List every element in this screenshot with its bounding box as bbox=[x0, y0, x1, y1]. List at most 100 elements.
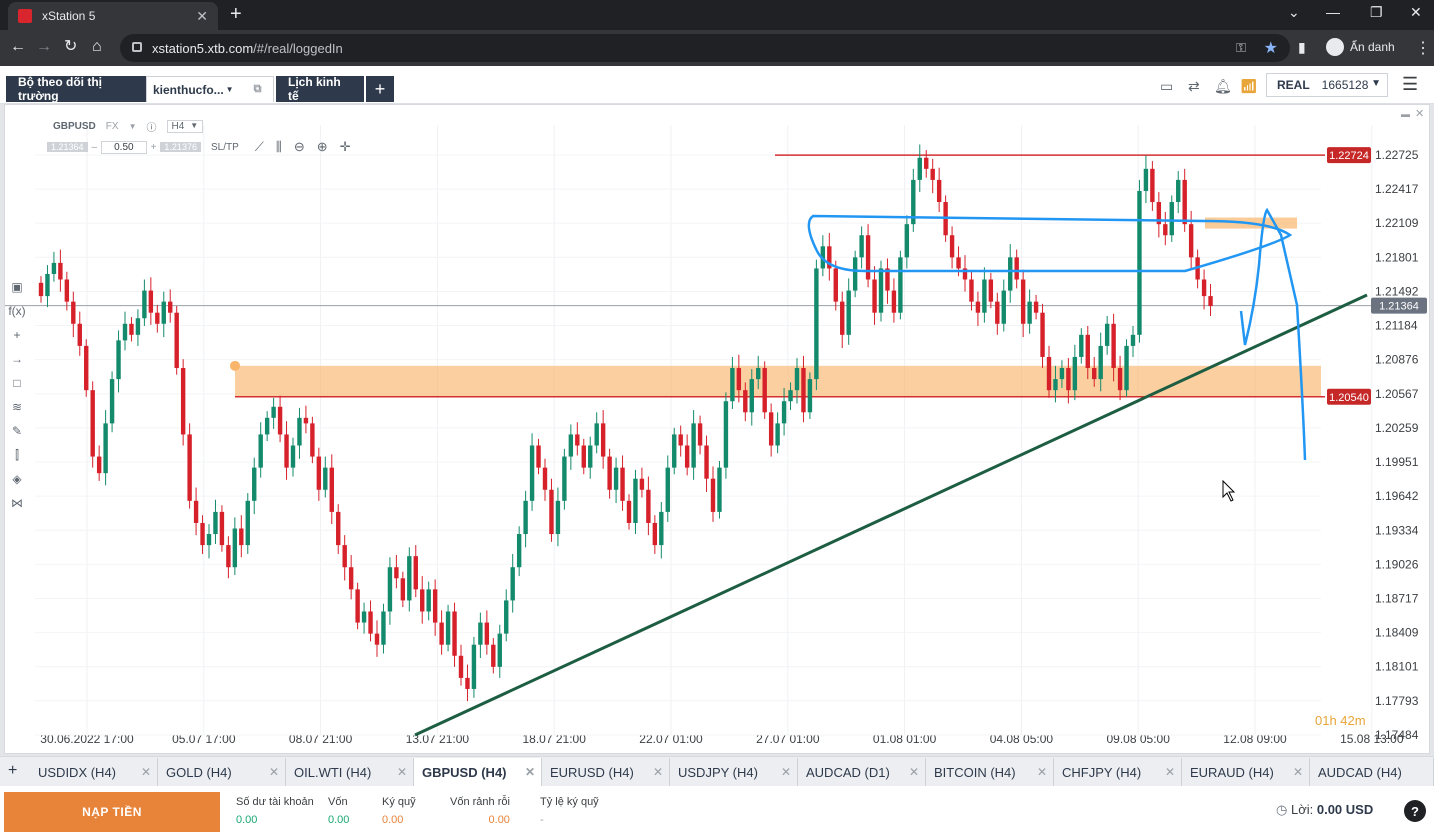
symbol-dropdown-icon[interactable]: ▼ bbox=[129, 122, 137, 131]
instrument-tabs: + USDIDX (H4) ✕ GOLD (H4) ✕ OIL.WTI (H4) ✕ GBP… bbox=[0, 756, 1434, 786]
close-window-icon[interactable]: ✕ bbox=[1410, 4, 1422, 21]
close-tab-icon[interactable]: ✕ bbox=[1165, 765, 1175, 779]
side-panel-icon[interactable]: ▮ bbox=[1298, 39, 1306, 55]
new-tab-button[interactable]: + bbox=[230, 4, 242, 24]
instrument-tab[interactable]: EURUSD (H4) ✕ bbox=[542, 758, 670, 786]
browser-tab[interactable]: xStation 5 ✕ bbox=[8, 2, 218, 30]
chart-type-icon[interactable]: ▣ bbox=[5, 275, 29, 299]
volume-decrease-button[interactable]: – bbox=[92, 142, 98, 153]
profile-button[interactable]: Ẩn danh bbox=[1326, 38, 1395, 56]
instrument-tab[interactable]: AUDCAD (D1) ✕ bbox=[798, 758, 926, 786]
candle-body bbox=[865, 235, 871, 280]
candle-body bbox=[523, 500, 528, 535]
y-tick-label: 1.21492 bbox=[1375, 284, 1419, 298]
candles-icon[interactable]: ⫼ bbox=[276, 139, 282, 155]
stat-label: Vốn rảnh rỗi bbox=[450, 796, 510, 808]
sell-button[interactable]: 1.21364 bbox=[47, 142, 88, 152]
close-tab-icon[interactable]: ✕ bbox=[196, 8, 208, 25]
back-icon[interactable]: ← bbox=[10, 39, 26, 55]
instrument-tab[interactable]: BITCOIN (H4) ✕ bbox=[926, 758, 1054, 786]
info-icon[interactable]: ⓘ bbox=[147, 119, 157, 134]
candle-body bbox=[768, 412, 774, 446]
tab-dropdown-icon[interactable]: ▼ bbox=[226, 85, 234, 94]
zoom-out-icon[interactable]: ⊖ bbox=[294, 139, 305, 155]
tab-economic-calendar[interactable]: Lịch kinh tế bbox=[276, 75, 364, 103]
panel-close-icon[interactable]: ✕ bbox=[1415, 107, 1424, 120]
candle-body bbox=[588, 445, 593, 468]
hamburger-menu-icon[interactable]: ☰ bbox=[1402, 74, 1418, 95]
x-tick-label: 30.06.2022 17:00 bbox=[40, 732, 134, 746]
close-tab-icon[interactable]: ✕ bbox=[269, 765, 279, 779]
key-icon[interactable]: ⚿ bbox=[1236, 40, 1246, 56]
bookmark-star-icon[interactable]: ★ bbox=[1264, 38, 1278, 58]
home-icon[interactable]: ⌂ bbox=[92, 39, 102, 55]
candle-body bbox=[872, 279, 877, 313]
buy-button[interactable]: 1.21376 bbox=[160, 142, 201, 152]
symbol-name[interactable]: GBPUSD bbox=[53, 121, 96, 132]
candle-body bbox=[258, 434, 263, 468]
line-tool-icon[interactable]: → bbox=[5, 347, 29, 371]
zone-handle[interactable] bbox=[230, 360, 240, 371]
layout-icon[interactable]: ▭ bbox=[1160, 78, 1173, 95]
instrument-tab[interactable]: AUDCAD (H4) bbox=[1310, 758, 1434, 786]
instrument-tab[interactable]: OIL.WTI (H4) ✕ bbox=[286, 758, 414, 786]
address-bar[interactable]: xstation5.xtb.com /#/real/loggedIn ⚿ ★ bbox=[120, 34, 1290, 62]
reload-icon[interactable]: ↻ bbox=[64, 39, 77, 55]
layers-icon[interactable]: ◈ bbox=[5, 467, 29, 491]
candle-body bbox=[290, 445, 296, 468]
close-tab-icon[interactable]: ✕ bbox=[525, 765, 535, 779]
close-tab-icon[interactable]: ✕ bbox=[653, 765, 663, 779]
share-icon[interactable]: ⋈ bbox=[5, 491, 29, 515]
tab-search-icon[interactable]: ⌄ bbox=[1288, 4, 1300, 21]
close-tab-icon[interactable]: ✕ bbox=[141, 765, 151, 779]
tab-market-watch[interactable]: Bộ theo dõi thị trường bbox=[6, 75, 146, 103]
chart-panel[interactable]: 30.06.2022 17:00 05.07 17:00 08.07 21:00 13… bbox=[4, 104, 1430, 754]
restore-icon[interactable]: ❐ bbox=[1370, 4, 1383, 21]
volume-increase-button[interactable]: + bbox=[151, 142, 157, 153]
timeframe-selector[interactable]: H4 ▼ bbox=[166, 120, 204, 133]
candle-body bbox=[465, 677, 470, 689]
deposit-button[interactable]: NẠP TIỀN bbox=[4, 792, 220, 832]
instrument-tab[interactable]: CHFJPY (H4) ✕ bbox=[1054, 758, 1182, 786]
zoom-in-icon[interactable]: ⊕ bbox=[317, 139, 328, 155]
account-selector[interactable]: REAL 1665128 ▼ bbox=[1266, 73, 1388, 97]
close-tab-icon[interactable]: ✕ bbox=[1293, 765, 1303, 779]
measure-tool-icon[interactable]: ⫿ bbox=[5, 443, 29, 467]
browser-menu-icon[interactable]: ⋮ bbox=[1415, 38, 1431, 58]
popout-icon[interactable]: ⧉ bbox=[254, 83, 262, 96]
instrument-tab[interactable]: GBPUSD (H4) ✕ bbox=[414, 758, 542, 786]
crosshair-icon[interactable]: ✛ bbox=[340, 139, 351, 155]
add-tab-button[interactable]: + bbox=[366, 76, 394, 102]
tab-chart[interactable]: kienthucfo... ▼ ⧉ ✕ bbox=[146, 76, 290, 102]
help-icon[interactable]: ? bbox=[1404, 800, 1426, 822]
instrument-tab-label: USDIDX (H4) bbox=[38, 764, 117, 780]
rectangle-tool-icon[interactable]: □ bbox=[5, 371, 29, 395]
candle-body bbox=[109, 379, 115, 424]
close-tab-icon[interactable]: ✕ bbox=[909, 765, 919, 779]
add-instrument-button[interactable]: + bbox=[8, 762, 17, 780]
close-tab-icon[interactable]: ✕ bbox=[1037, 765, 1047, 779]
indicators-icon[interactable]: f(x) bbox=[5, 299, 29, 323]
transfer-icon[interactable]: ⇄ bbox=[1188, 78, 1200, 95]
volume-input[interactable]: 0.50 bbox=[101, 140, 147, 154]
close-tab-icon[interactable]: ✕ bbox=[781, 765, 791, 779]
close-tab-icon[interactable]: ✕ bbox=[397, 765, 407, 779]
bell-icon[interactable]: 🔔︎ bbox=[1214, 78, 1232, 95]
instrument-tab[interactable]: USDJPY (H4) ✕ bbox=[670, 758, 798, 786]
panel-minimize-icon[interactable]: ▬ bbox=[1401, 109, 1410, 119]
candle-body bbox=[594, 423, 599, 446]
minimize-icon[interactable]: — bbox=[1326, 4, 1340, 20]
candle-body bbox=[135, 318, 141, 335]
line-chart-icon[interactable]: ⟋ bbox=[255, 139, 264, 155]
fibonacci-tool-icon[interactable]: ≋ bbox=[5, 395, 29, 419]
instrument-tab[interactable]: USDIDX (H4) ✕ bbox=[30, 758, 158, 786]
instrument-tab-label: GBPUSD (H4) bbox=[422, 764, 507, 780]
instrument-tab[interactable]: GOLD (H4) ✕ bbox=[158, 758, 286, 786]
crosshair-tool-icon[interactable]: + bbox=[5, 323, 29, 347]
pencil-tool-icon[interactable]: ✎ bbox=[5, 419, 29, 443]
sl-tp-button[interactable]: SL/TP bbox=[211, 142, 239, 153]
candle-body bbox=[639, 478, 645, 490]
price-chart[interactable]: 30.06.2022 17:00 05.07 17:00 08.07 21:00 13… bbox=[5, 105, 1429, 753]
forward-icon[interactable]: → bbox=[36, 39, 52, 55]
instrument-tab[interactable]: EURAUD (H4) ✕ bbox=[1182, 758, 1310, 786]
